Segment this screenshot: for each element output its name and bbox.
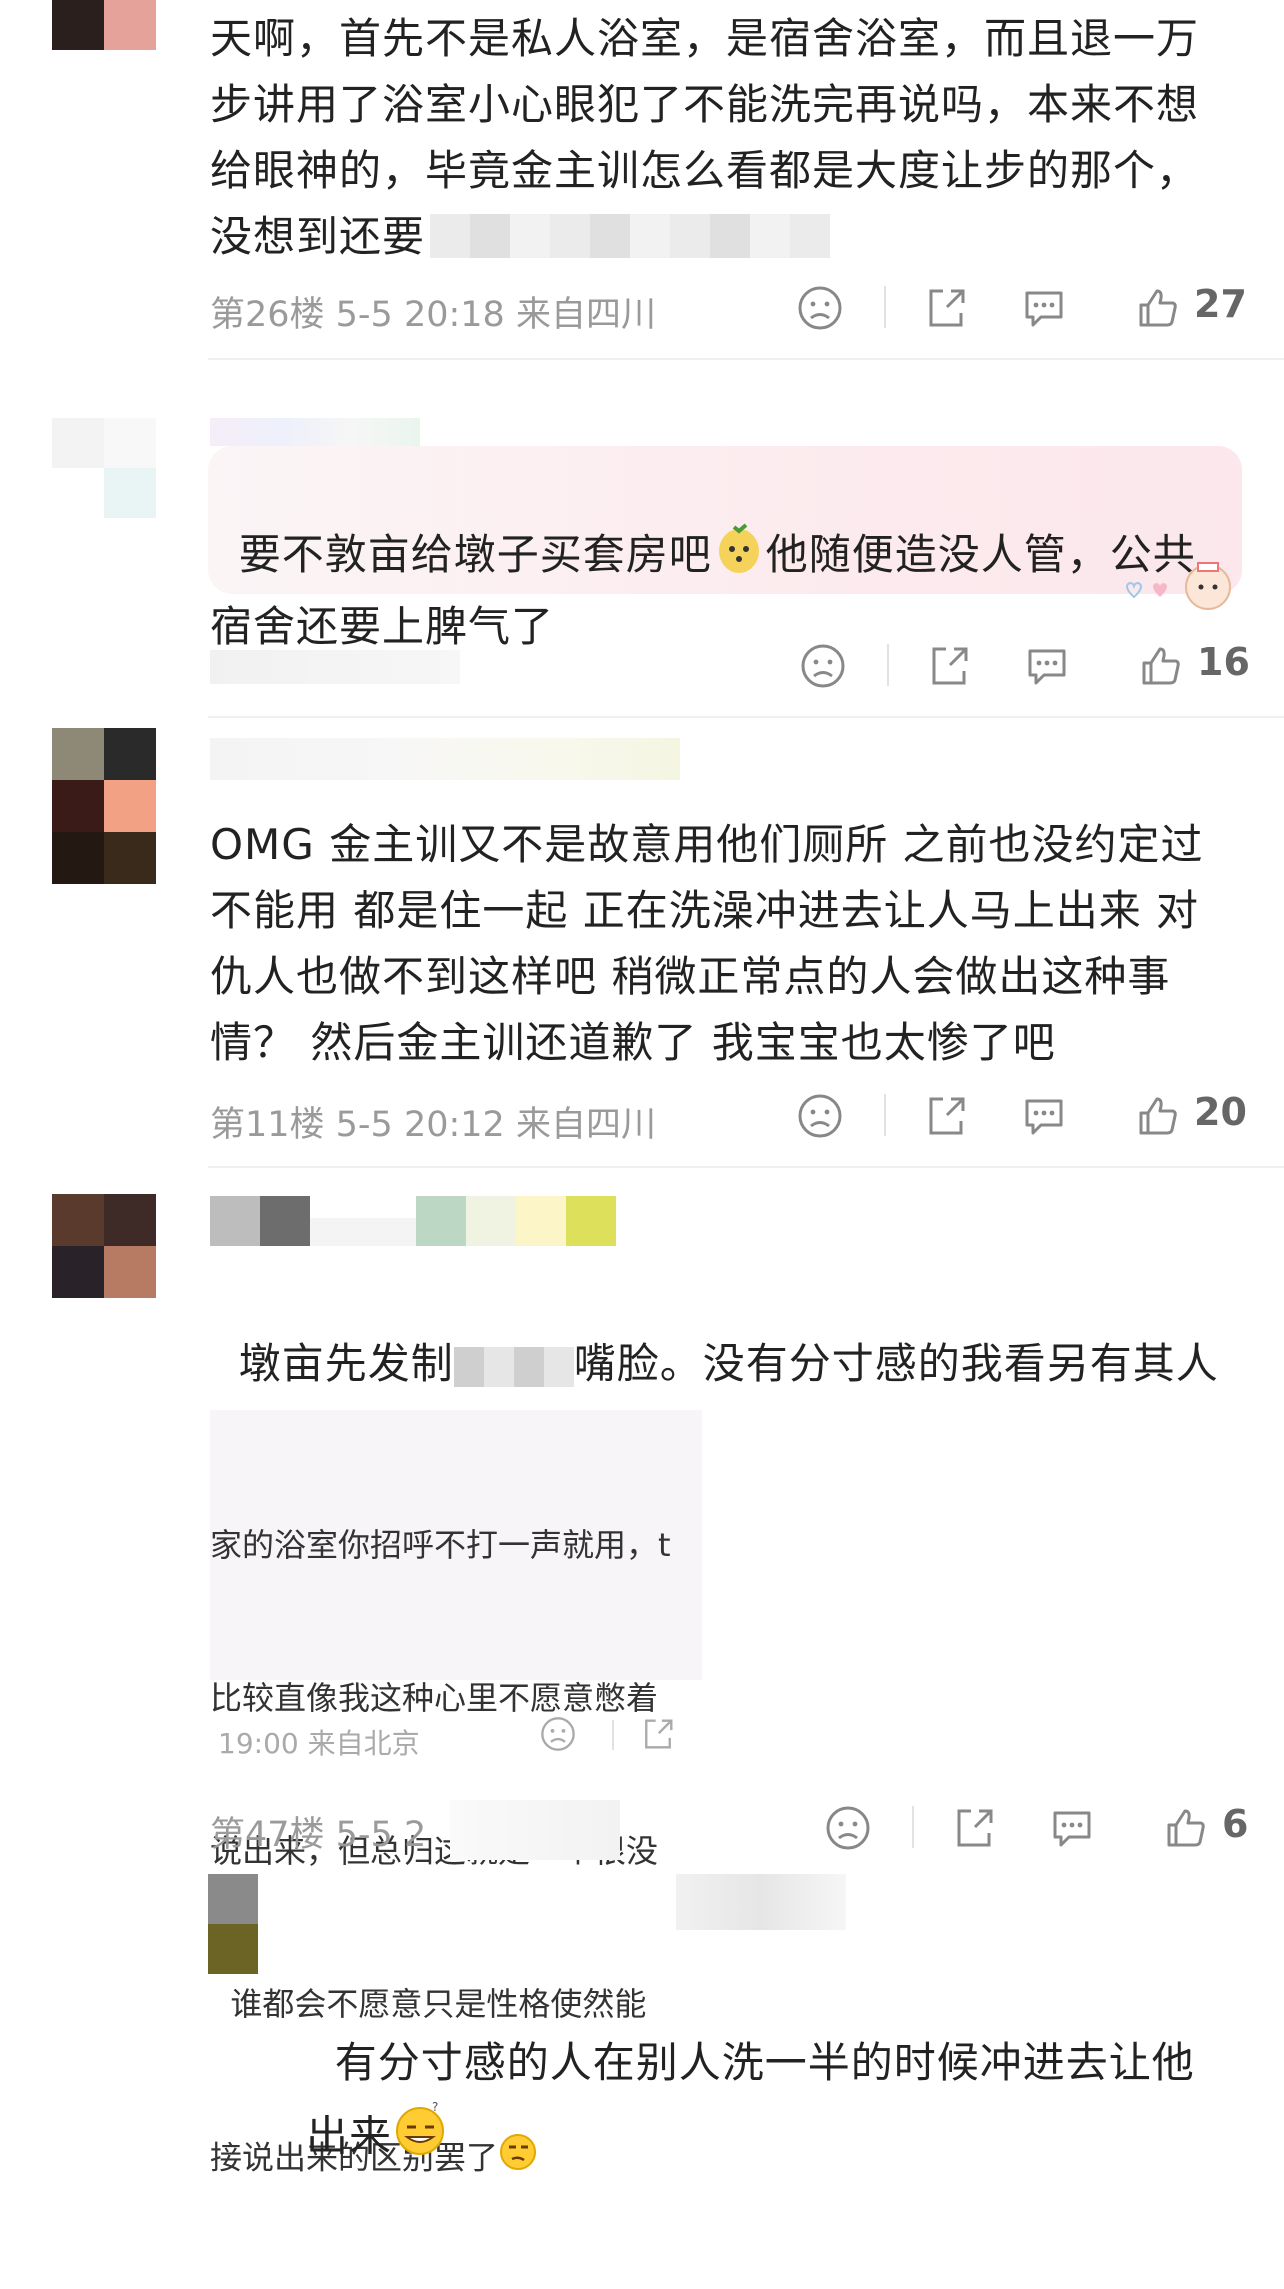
avatar[interactable] bbox=[52, 418, 156, 518]
share-icon bbox=[957, 1809, 993, 1847]
share-icon bbox=[932, 647, 968, 685]
like-count: 20 bbox=[1194, 1090, 1247, 1134]
thumbs-up-icon bbox=[1139, 289, 1177, 327]
avatar[interactable] bbox=[52, 0, 156, 50]
comment-text: 要不敦亩给墩子买套房吧 他随便造没人管，公共 宿舍还要上脾气了 bbox=[210, 455, 1240, 660]
comment-actions: 6 bbox=[818, 1798, 1278, 1858]
like-count: 6 bbox=[1222, 1802, 1249, 1846]
username bbox=[210, 1196, 622, 1246]
comment-actions: 27 bbox=[790, 278, 1250, 338]
share-icon bbox=[929, 289, 965, 327]
username bbox=[210, 738, 680, 780]
like-button[interactable] bbox=[1128, 1086, 1188, 1146]
comment-icon bbox=[1025, 291, 1063, 327]
thumbs-up-icon bbox=[1167, 1809, 1205, 1847]
reply-text: 有分寸感的人在别人洗一半的时候冲进去让他 出来? bbox=[306, 1955, 1266, 2179]
like-count: 27 bbox=[1194, 282, 1247, 326]
comment-button[interactable] bbox=[1017, 636, 1077, 696]
dislike-button[interactable] bbox=[790, 1086, 850, 1146]
like-button[interactable] bbox=[1128, 278, 1188, 338]
like-count: 16 bbox=[1197, 640, 1250, 684]
avatar[interactable] bbox=[208, 1874, 258, 1974]
sad-face-icon bbox=[826, 1806, 870, 1850]
thumbs-up-icon bbox=[1142, 647, 1180, 685]
redacted-text bbox=[453, 1346, 574, 1387]
confused-grin-emoji-icon: ? bbox=[392, 2099, 450, 2179]
quoted-meta: 19:00 来自北京 bbox=[218, 1727, 420, 1760]
comment-meta: 第11楼 5-5 20:12 来自四川 bbox=[210, 1105, 656, 1145]
dislike-button[interactable] bbox=[818, 1798, 878, 1858]
comment-icon bbox=[1028, 649, 1066, 685]
like-button[interactable] bbox=[1131, 636, 1191, 696]
avatar[interactable] bbox=[52, 728, 156, 884]
comment-icon bbox=[1053, 1811, 1091, 1847]
quoted-actions bbox=[540, 1716, 700, 1756]
sad-face-icon[interactable] bbox=[540, 1716, 576, 1752]
share-button[interactable] bbox=[919, 636, 979, 696]
comment-meta: 第47楼 5-5 2 bbox=[210, 1815, 427, 1855]
share-icon bbox=[929, 1097, 965, 1135]
comment-text: OMG 金主训又不是故意用他们厕所 之前也没约定过 不能用 都是住一起 正在洗澡… bbox=[210, 820, 1204, 1067]
username bbox=[676, 1874, 846, 1930]
username bbox=[210, 418, 420, 446]
sad-face-icon bbox=[798, 1094, 842, 1138]
sad-face-icon bbox=[798, 286, 842, 330]
comment-actions: 20 bbox=[790, 1086, 1250, 1146]
dislike-button[interactable] bbox=[790, 278, 850, 338]
quoted-comment[interactable]: 家的浴室你招呼不打一声就用，t 比较直像我这种心里不愿意憋着 说出来，但总归这就… bbox=[210, 1410, 702, 2177]
share-button[interactable] bbox=[916, 1086, 976, 1146]
share-button[interactable] bbox=[944, 1798, 1004, 1858]
redacted-text bbox=[430, 214, 830, 258]
comment-button[interactable] bbox=[1042, 1798, 1102, 1858]
thumbs-up-icon bbox=[1139, 1097, 1177, 1135]
share-button[interactable] bbox=[916, 278, 976, 338]
comment-button[interactable] bbox=[1014, 278, 1074, 338]
avocado-emoji-icon bbox=[712, 521, 766, 594]
comment-button[interactable] bbox=[1014, 1086, 1074, 1146]
bubble-decoration bbox=[1118, 555, 1238, 615]
comment-meta: 第26楼 5-5 20:18 来自四川 bbox=[210, 295, 656, 335]
redacted-meta bbox=[210, 650, 460, 684]
redacted-meta bbox=[450, 1800, 620, 1860]
share-icon[interactable] bbox=[640, 1716, 676, 1752]
svg-text:?: ? bbox=[432, 2100, 439, 2114]
like-button[interactable] bbox=[1156, 1798, 1216, 1858]
dislike-button[interactable] bbox=[793, 636, 853, 696]
comment-icon bbox=[1025, 1099, 1063, 1135]
sad-face-icon bbox=[801, 644, 845, 688]
comment-actions: 16 bbox=[793, 636, 1253, 696]
avatar[interactable] bbox=[52, 1194, 156, 1298]
